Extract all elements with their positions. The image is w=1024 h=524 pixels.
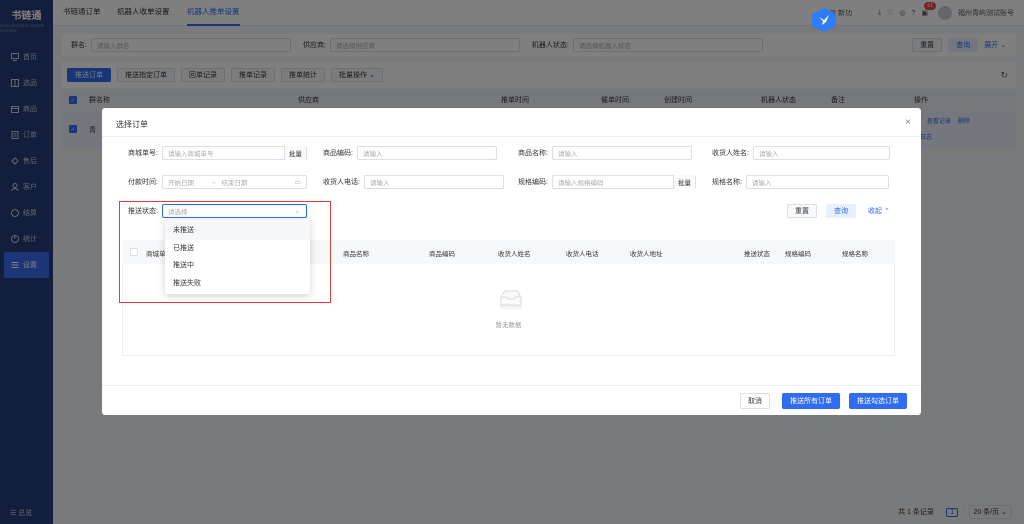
col-receiver-name: 收货人姓名 bbox=[498, 251, 531, 258]
range-arrow-icon: → bbox=[209, 178, 217, 186]
col-receiver-address: 收货人地址 bbox=[630, 251, 663, 258]
modal-title: 选择订单 bbox=[116, 120, 148, 129]
col-push-status: 推送状态 bbox=[744, 251, 770, 258]
calendar-icon: ▭ bbox=[294, 179, 301, 186]
receiver-name-input[interactable]: 请输入 bbox=[752, 146, 890, 160]
receiver-phone-label: 收货人电话: bbox=[323, 179, 360, 186]
spec-name-label: 规格名称: bbox=[712, 179, 742, 186]
spec-name-field: 规格名称: 请输入 bbox=[712, 175, 889, 189]
spec-code-label: 规格编码: bbox=[518, 179, 548, 186]
product-name-label: 商品名称: bbox=[518, 150, 548, 157]
col-product-name: 商品名称 bbox=[343, 251, 369, 258]
modal-reset-button[interactable]: 重置 bbox=[787, 204, 817, 218]
cancel-button[interactable]: 取消 bbox=[740, 393, 770, 409]
receiver-phone-field: 收货人电话: 请输入 bbox=[323, 175, 504, 189]
modal-collapse-button[interactable]: 收起 ⌃ bbox=[868, 206, 890, 216]
receiver-name-field: 收货人姓名: 请输入 bbox=[712, 146, 890, 160]
product-code-field: 商品编码: 请输入 bbox=[323, 146, 497, 160]
pay-time-label: 付款时间: bbox=[128, 179, 158, 186]
highlight-box bbox=[119, 201, 331, 303]
product-name-input[interactable]: 请输入 bbox=[551, 146, 692, 160]
empty-text: 暂无数据 bbox=[495, 322, 522, 329]
mall-order-field: 商城单号: 请输入商城单号 批量 bbox=[128, 146, 307, 160]
spec-code-input[interactable]: 请输入规格编码 批量 bbox=[551, 175, 696, 189]
start-date-placeholder: 开始日期 bbox=[167, 180, 194, 187]
pay-time-field: 付款时间: 开始日期 → 结束日期 ▭ bbox=[128, 175, 307, 189]
collapse-label: 收起 bbox=[868, 208, 882, 215]
pay-time-range[interactable]: 开始日期 → 结束日期 ▭ bbox=[161, 175, 307, 189]
close-icon[interactable]: × bbox=[905, 117, 911, 128]
mall-order-batch-button[interactable]: 批量 bbox=[283, 146, 306, 160]
col-receiver-phone: 收货人电话 bbox=[566, 251, 599, 258]
mall-order-label: 商城单号: bbox=[128, 150, 158, 157]
spec-code-batch-button[interactable]: 批量 bbox=[672, 175, 695, 189]
mall-order-placeholder: 请输入商城单号 bbox=[167, 151, 214, 158]
modal-divider bbox=[102, 136, 921, 137]
receiver-name-label: 收货人姓名: bbox=[712, 150, 749, 157]
col-spec-code: 规格编码 bbox=[785, 251, 811, 258]
modal-footer-divider bbox=[102, 385, 921, 386]
spec-name-input[interactable]: 请输入 bbox=[745, 175, 889, 189]
receiver-phone-input[interactable]: 请输入 bbox=[363, 175, 504, 189]
end-date-placeholder: 结束日期 bbox=[221, 180, 248, 187]
spec-code-field: 规格编码: 请输入规格编码 批量 bbox=[518, 175, 696, 189]
product-name-field: 商品名称: 请输入 bbox=[518, 146, 692, 160]
spec-code-placeholder: 请输入规格编码 bbox=[557, 180, 604, 187]
mall-order-input[interactable]: 请输入商城单号 批量 bbox=[161, 146, 307, 160]
modal-query-button[interactable]: 查询 bbox=[826, 204, 856, 218]
product-code-label: 商品编码: bbox=[323, 150, 353, 157]
col-product-code: 商品编码 bbox=[429, 251, 455, 258]
col-spec-name: 规格名称 bbox=[842, 251, 868, 258]
empty-box-icon bbox=[498, 288, 524, 312]
push-selected-orders-button[interactable]: 推送勾选订单 bbox=[849, 393, 907, 409]
push-all-orders-button[interactable]: 推送所有订单 bbox=[782, 393, 840, 409]
product-code-input[interactable]: 请输入 bbox=[356, 146, 497, 160]
